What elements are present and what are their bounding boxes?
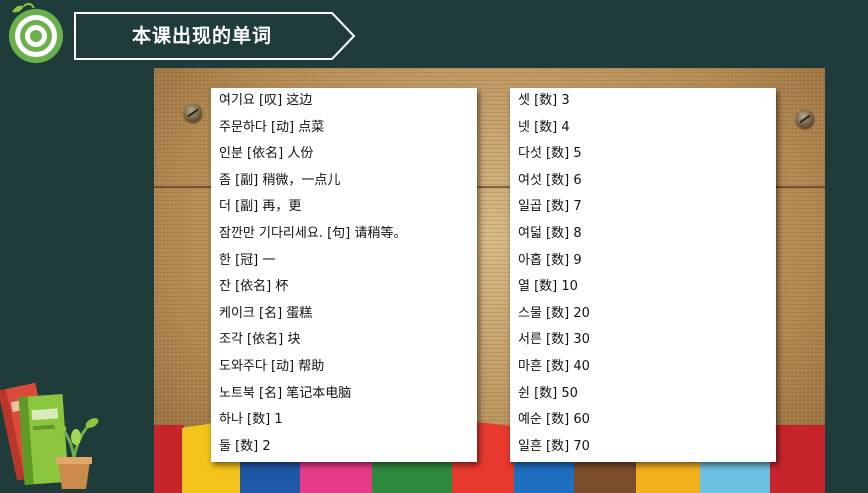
list-item: 잔 [依名] 杯 [219, 279, 289, 295]
list-item: 다섯 [数] 5 [518, 146, 582, 162]
list-item: 열 [数] 10 [518, 279, 578, 295]
screw-icon [184, 104, 202, 122]
list-item: 넷 [数] 4 [518, 119, 570, 135]
list-item: 마흔 [数] 40 [518, 358, 590, 374]
list-item: 아홉 [数] 9 [518, 252, 582, 268]
list-item: 한 [冠] 一 [219, 252, 276, 268]
list-item: 인분 [依名] 人份 [219, 146, 314, 162]
list-item: 더 [副] 再，更 [219, 199, 302, 215]
list-item: 일곱 [数] 7 [518, 199, 582, 215]
list-item: 주문하다 [动] 点菜 [219, 119, 325, 135]
list-item: 하나 [数] 1 [219, 412, 283, 428]
list-item: 여섯 [数] 6 [518, 172, 582, 188]
color-strip [770, 425, 825, 493]
target-icon [9, 2, 63, 63]
word-list-right: 셋 [数] 3 넷 [数] 4 다섯 [数] 5 여섯 [数] 6 일곱 [数]… [510, 88, 776, 462]
list-item: 둘 [数] 2 [219, 438, 271, 454]
page-title: 本课出现的单词 [131, 25, 272, 47]
list-item: 여덟 [数] 8 [518, 225, 582, 241]
list-item: 잠깐만 기다리세요. [句] 请稍等。 [219, 225, 407, 241]
word-list-left: 여기요 [叹] 这边 주문하다 [动] 点菜 인분 [依名] 人份 좀 [副] … [211, 88, 477, 462]
list-item: 노트북 [名] 笔记本电脑 [219, 385, 352, 401]
list-item: 여기요 [叹] 这边 [219, 93, 313, 108]
list-item: 서른 [数] 30 [518, 332, 590, 348]
list-item: 케이크 [名] 蛋糕 [219, 305, 313, 321]
list-item: 도와주다 [动] 帮助 [219, 358, 325, 374]
list-item: 스물 [数] 20 [518, 305, 590, 321]
screw-icon [796, 110, 814, 128]
list-item: 예순 [数] 60 [518, 412, 590, 428]
list-item: 좀 [副] 稍微，一点儿 [219, 172, 341, 188]
color-strip [154, 425, 184, 493]
list-item: 쉰 [数] 50 [518, 385, 578, 401]
books-with-plant-icon [0, 382, 99, 489]
list-item: 셋 [数] 3 [518, 93, 570, 108]
list-item: 조각 [依名] 块 [219, 332, 301, 348]
list-item: 일흔 [数] 70 [518, 438, 590, 454]
